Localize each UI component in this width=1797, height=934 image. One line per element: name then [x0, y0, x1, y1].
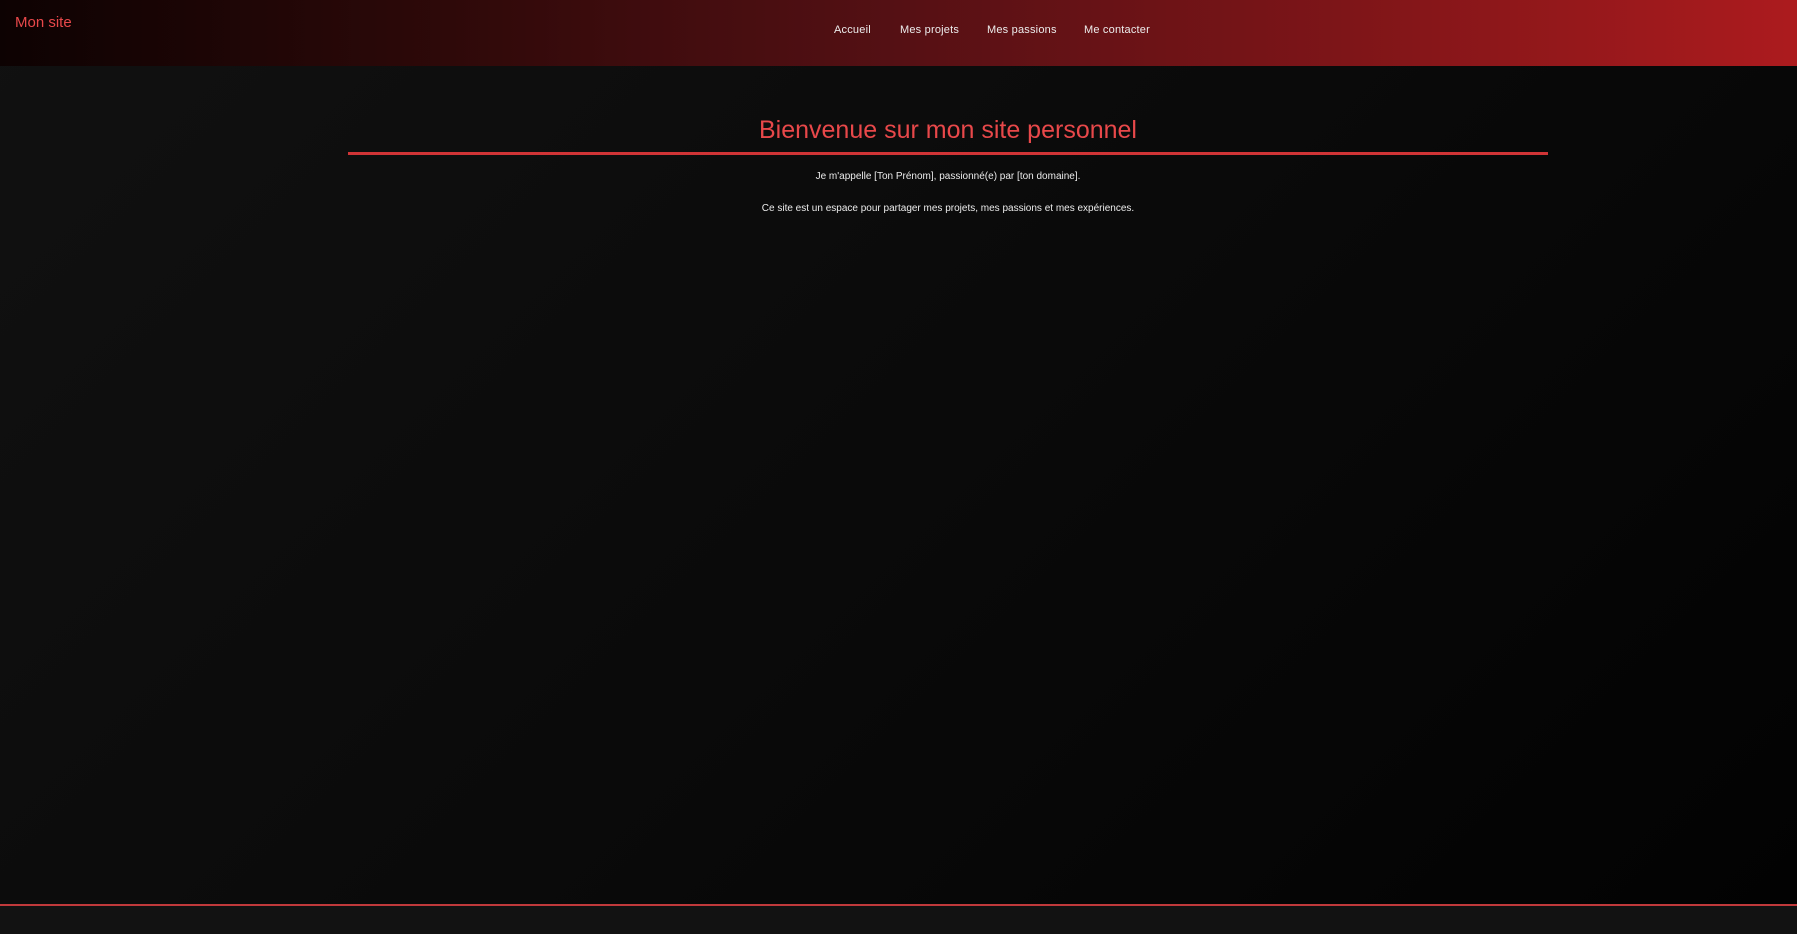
- main-content: Bienvenue sur mon site personnel Je m'ap…: [348, 110, 1548, 216]
- nav-link-mes-passions[interactable]: Mes passions: [987, 22, 1057, 38]
- title-divider: [348, 152, 1548, 155]
- nav-link-mes-projets[interactable]: Mes projets: [900, 22, 959, 38]
- site-footer: [0, 904, 1797, 934]
- main-nav: Accueil Mes projets Mes passions Me cont…: [0, 22, 1797, 38]
- page-title: Bienvenue sur mon site personnel: [758, 116, 1137, 144]
- nav-link-accueil[interactable]: Accueil: [834, 22, 871, 38]
- description-paragraph: Ce site est un espace pour partager mes …: [761, 203, 1135, 214]
- nav-link-me-contacter[interactable]: Me contacter: [1084, 22, 1150, 38]
- intro-paragraph: Je m'appelle [Ton Prénom], passionné(e) …: [815, 171, 1081, 182]
- site-header: Mon site Accueil Mes projets Mes passion…: [0, 0, 1797, 66]
